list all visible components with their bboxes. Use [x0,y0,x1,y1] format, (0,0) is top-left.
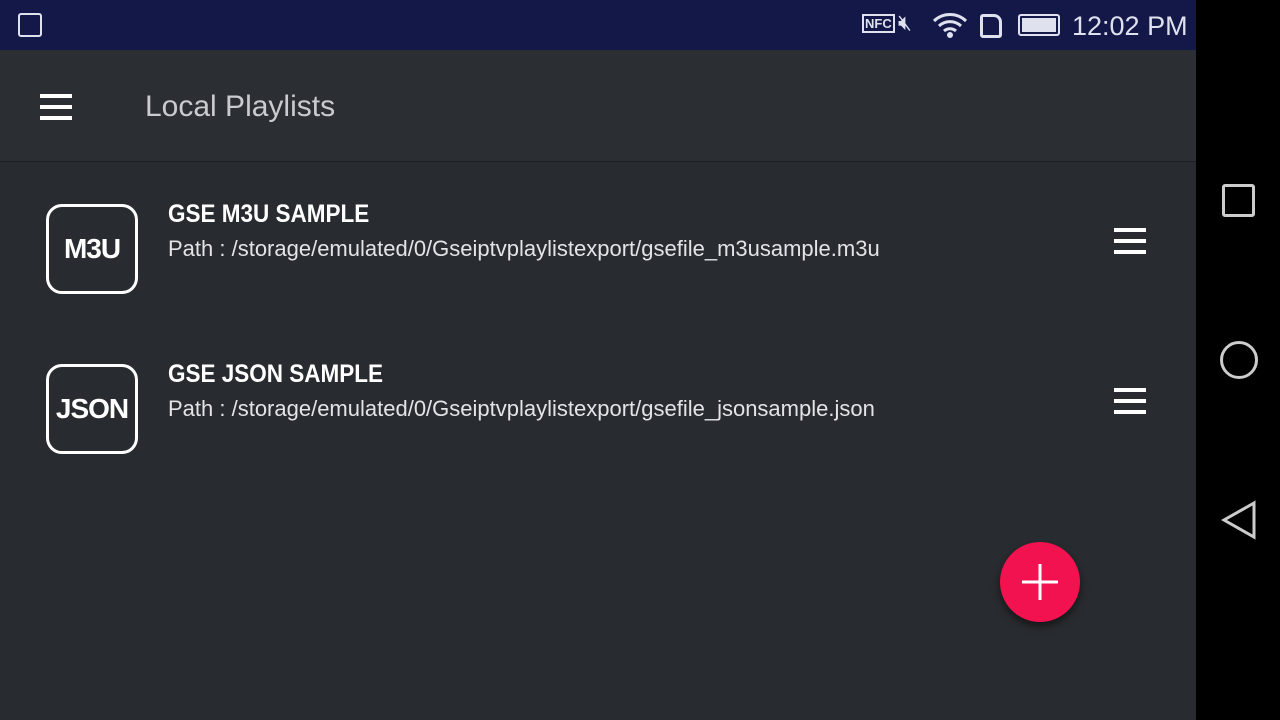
status-bar: NFC 🔇︎ 12:02 PM [0,0,1196,50]
sim-alert-icon [980,14,1002,38]
home-button[interactable] [1220,341,1258,379]
clock: 12:02 PM [1072,11,1188,41]
image-icon [18,13,42,37]
nfc-icon: NFC [862,14,895,33]
playlist-item[interactable]: M3U GSE M3U SAMPLE Path : /storage/emula… [0,190,1196,350]
mute-icon: 🔇︎ [898,10,912,35]
playlist-item[interactable]: JSON GSE JSON SAMPLE Path : /storage/emu… [0,350,1196,510]
wifi-icon [932,13,968,38]
page-title: Local Playlists [145,90,336,123]
recents-button[interactable] [1222,184,1255,217]
playlist-path: Path : /storage/emulated/0/Gseiptvplayli… [168,396,875,421]
battery-icon [1018,14,1060,36]
playlist-path: Path : /storage/emulated/0/Gseiptvplayli… [168,236,880,261]
app-bar: Local Playlists [0,50,1196,162]
menu-button[interactable] [40,94,72,120]
playlist-name: GSE JSON SAMPLE [168,360,384,388]
item-menu-button[interactable] [1114,388,1146,414]
add-playlist-button[interactable] [1000,542,1080,622]
playlist-name: GSE M3U SAMPLE [168,200,370,228]
m3u-file-icon: M3U [46,204,138,294]
item-menu-button[interactable] [1114,228,1146,254]
screen: NFC 🔇︎ 12:02 PM Local Playlists M3U GSE … [0,0,1196,720]
json-file-icon: JSON [46,364,138,454]
back-button[interactable] [1220,500,1260,540]
